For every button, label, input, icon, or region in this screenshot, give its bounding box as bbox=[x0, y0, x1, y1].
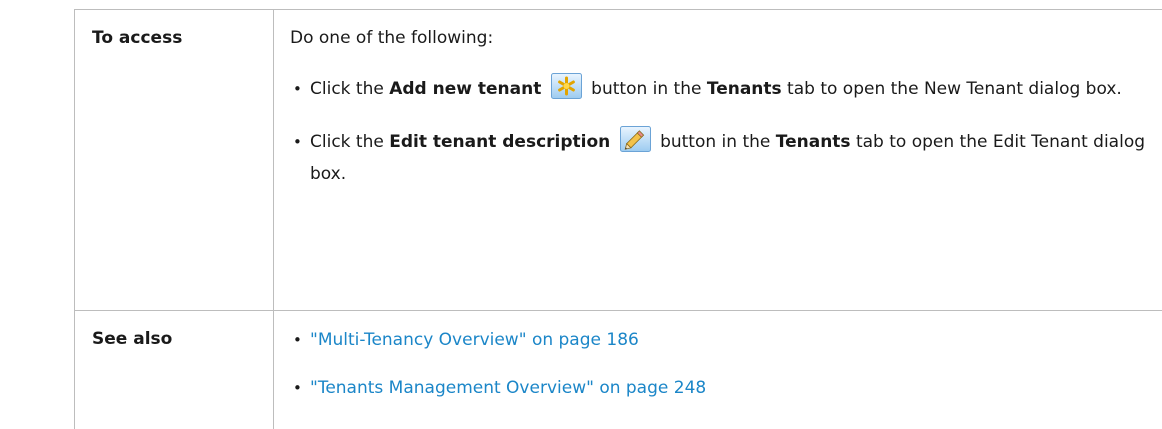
tenants-management-overview-link[interactable]: "Tenants Management Overview" on page 24… bbox=[310, 378, 706, 398]
table-row-see-also: See also • "Multi-Tenancy Overview" on p… bbox=[75, 311, 1162, 429]
intro-text: Do one of the following: bbox=[290, 25, 1162, 52]
row-label: To access bbox=[92, 28, 182, 48]
bullet-icon: • bbox=[293, 326, 302, 354]
bullet-icon: • bbox=[293, 126, 302, 158]
button-name: Edit tenant description bbox=[389, 132, 610, 152]
list-item: • "Tenants Management Overview" on page … bbox=[290, 374, 1162, 402]
list-item: • "Multi-Tenancy Overview" on page 186 bbox=[290, 326, 1162, 354]
row-label: See also bbox=[92, 329, 172, 349]
row-label-cell: To access bbox=[75, 10, 274, 311]
list-item: • Click the Add new tenant bbox=[290, 73, 1162, 105]
button-name: Add new tenant bbox=[389, 79, 541, 99]
pencil-icon bbox=[620, 126, 651, 152]
table-row-to-access: To access Do one of the following: • Cli… bbox=[75, 10, 1162, 311]
list-item: • Click the Edit tenant description bbox=[290, 126, 1162, 190]
info-table: To access Do one of the following: • Cli… bbox=[74, 9, 1162, 429]
row-content-cell: • "Multi-Tenancy Overview" on page 186 •… bbox=[274, 311, 1162, 429]
tab-name: Tenants bbox=[707, 79, 782, 99]
access-steps-list: • Click the Add new tenant bbox=[290, 73, 1162, 190]
multi-tenancy-overview-link[interactable]: "Multi-Tenancy Overview" on page 186 bbox=[310, 330, 639, 350]
tab-name: Tenants bbox=[776, 132, 851, 152]
row-label-cell: See also bbox=[75, 311, 274, 429]
asterisk-icon bbox=[551, 73, 582, 99]
bullet-icon: • bbox=[293, 374, 302, 402]
see-also-list: • "Multi-Tenancy Overview" on page 186 •… bbox=[290, 326, 1162, 402]
row-content-cell: Do one of the following: • Click the Add… bbox=[274, 10, 1162, 311]
bullet-icon: • bbox=[293, 73, 302, 105]
